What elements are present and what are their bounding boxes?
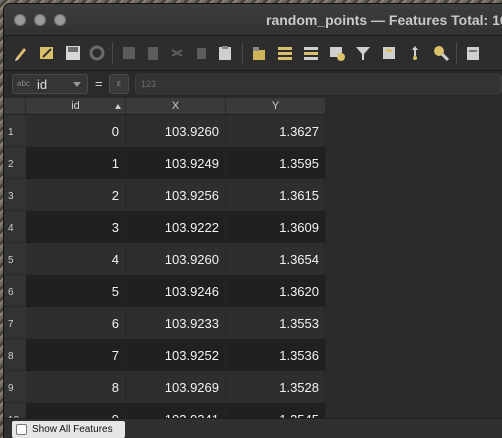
row-number[interactable]: 3 xyxy=(4,179,26,211)
cell-x[interactable]: 103.9246 xyxy=(126,275,226,307)
table-row[interactable]: 8 7 103.9252 1.3536 xyxy=(4,339,502,371)
save-edits-icon[interactable] xyxy=(64,44,82,62)
show-all-features-button[interactable]: Show All Features xyxy=(12,421,125,438)
value-input-placeholder: 123 xyxy=(141,79,157,89)
cell-id[interactable]: 3 xyxy=(26,211,126,243)
close-window-button[interactable] xyxy=(14,14,26,26)
column-header-label: Y xyxy=(271,100,280,112)
paste-icon[interactable] xyxy=(216,44,234,62)
cell-y[interactable]: 1.3620 xyxy=(226,275,326,307)
row-number[interactable]: 1 xyxy=(4,115,26,147)
delete-feature-icon[interactable] xyxy=(144,44,162,62)
table-row[interactable]: 1 0 103.9260 1.3627 xyxy=(4,115,502,147)
window-title: random_points — Features Total: 16 xyxy=(266,12,502,28)
copy-icon[interactable] xyxy=(192,44,210,62)
cell-x[interactable]: 103.9269 xyxy=(126,371,226,403)
row-number[interactable]: 4 xyxy=(4,211,26,243)
row-number[interactable]: 5 xyxy=(4,243,26,275)
row-number[interactable]: 8 xyxy=(4,339,26,371)
invert-selection-icon[interactable] xyxy=(302,44,320,62)
cell-y[interactable]: 1.3536 xyxy=(226,339,326,371)
cell-y[interactable]: 1.3627 xyxy=(226,115,326,147)
row-number[interactable]: 2 xyxy=(4,147,26,179)
expression-select-icon[interactable] xyxy=(250,44,268,62)
cell-id[interactable]: 4 xyxy=(26,243,126,275)
cell-y[interactable]: 1.3553 xyxy=(226,307,326,339)
cell-x[interactable]: 103.9260 xyxy=(126,243,226,275)
attribute-table: id X Y 1 0 103.9260 1.3627 2 1 103.9249 … xyxy=(4,98,502,435)
multi-edit-icon[interactable] xyxy=(38,44,56,62)
field-filter-bar: abc id = ε 123 xyxy=(4,71,502,97)
value-input[interactable]: 123 xyxy=(135,74,502,94)
attribute-toolbar xyxy=(4,37,502,71)
row-number[interactable]: 6 xyxy=(4,275,26,307)
minimize-window-button[interactable] xyxy=(34,14,46,26)
show-all-features-label: Show All Features xyxy=(32,424,113,435)
header-filler xyxy=(326,98,502,115)
cell-x[interactable]: 103.9233 xyxy=(126,307,226,339)
attribute-table-window: random_points — Features Total: 16 abc i… xyxy=(4,4,502,438)
filter-icon[interactable] xyxy=(354,44,372,62)
cell-y[interactable]: 1.3595 xyxy=(226,147,326,179)
sort-ascending-icon xyxy=(115,104,121,109)
table-row[interactable]: 7 6 103.9233 1.3553 xyxy=(4,307,502,339)
zoom-window-button[interactable] xyxy=(54,14,66,26)
row-number-header[interactable] xyxy=(4,98,26,115)
table-row[interactable]: 9 8 103.9269 1.3528 xyxy=(4,371,502,403)
row-number[interactable]: 9 xyxy=(4,371,26,403)
toolbar-separator xyxy=(242,42,243,64)
table-body: 1 0 103.9260 1.3627 2 1 103.9249 1.3595 … xyxy=(4,115,502,435)
cell-y[interactable]: 1.3609 xyxy=(226,211,326,243)
cell-x[interactable]: 103.9249 xyxy=(126,147,226,179)
cell-id[interactable]: 1 xyxy=(26,147,126,179)
cell-y[interactable]: 1.3615 xyxy=(226,179,326,211)
toolbar-separator xyxy=(456,42,457,64)
row-number[interactable]: 7 xyxy=(4,307,26,339)
cell-x[interactable]: 103.9260 xyxy=(126,115,226,147)
chevron-down-icon xyxy=(73,82,81,87)
column-header-y[interactable]: Y xyxy=(226,98,326,115)
table-row[interactable]: 5 4 103.9260 1.3654 xyxy=(4,243,502,275)
status-bar: Show All Features xyxy=(4,418,502,438)
toolbar-separator xyxy=(112,42,113,64)
cell-id[interactable]: 7 xyxy=(26,339,126,371)
cell-id[interactable]: 8 xyxy=(26,371,126,403)
field-select[interactable]: abc id xyxy=(12,74,88,94)
select-all-icon[interactable] xyxy=(276,44,294,62)
pan-to-selection-icon[interactable] xyxy=(406,44,424,62)
column-header-id[interactable]: id xyxy=(26,98,126,115)
reload-icon[interactable] xyxy=(88,44,106,62)
column-header-label: X xyxy=(171,100,180,112)
pencil-icon[interactable] xyxy=(12,44,30,62)
deselect-icon[interactable] xyxy=(328,44,346,62)
field-type-label: abc xyxy=(17,79,30,88)
cell-id[interactable]: 0 xyxy=(26,115,126,147)
cut-icon[interactable] xyxy=(168,44,186,62)
table-row[interactable]: 2 1 103.9249 1.3595 xyxy=(4,147,502,179)
title-bar: random_points — Features Total: 16 xyxy=(4,4,502,36)
column-header-x[interactable]: X xyxy=(126,98,226,115)
table-view-icon xyxy=(16,424,27,435)
cell-id[interactable]: 5 xyxy=(26,275,126,307)
column-header-label: id xyxy=(71,100,80,112)
move-selection-top-icon[interactable] xyxy=(380,44,398,62)
cell-x[interactable]: 103.9256 xyxy=(126,179,226,211)
field-select-value: id xyxy=(37,77,48,92)
epsilon-icon: ε xyxy=(117,78,122,88)
table-row[interactable]: 6 5 103.9246 1.3620 xyxy=(4,275,502,307)
cell-id[interactable]: 6 xyxy=(26,307,126,339)
cell-y[interactable]: 1.3528 xyxy=(226,371,326,403)
table-row[interactable]: 4 3 103.9222 1.3609 xyxy=(4,211,502,243)
cell-y[interactable]: 1.3654 xyxy=(226,243,326,275)
zoom-to-selection-icon[interactable] xyxy=(432,44,450,62)
add-feature-icon[interactable] xyxy=(120,44,138,62)
cell-x[interactable]: 103.9252 xyxy=(126,339,226,371)
expression-button[interactable]: ε xyxy=(109,74,129,94)
cell-x[interactable]: 103.9222 xyxy=(126,211,226,243)
cell-id[interactable]: 2 xyxy=(26,179,126,211)
new-field-icon[interactable] xyxy=(464,44,482,62)
equals-label: = xyxy=(95,76,103,91)
table-row[interactable]: 3 2 103.9256 1.3615 xyxy=(4,179,502,211)
